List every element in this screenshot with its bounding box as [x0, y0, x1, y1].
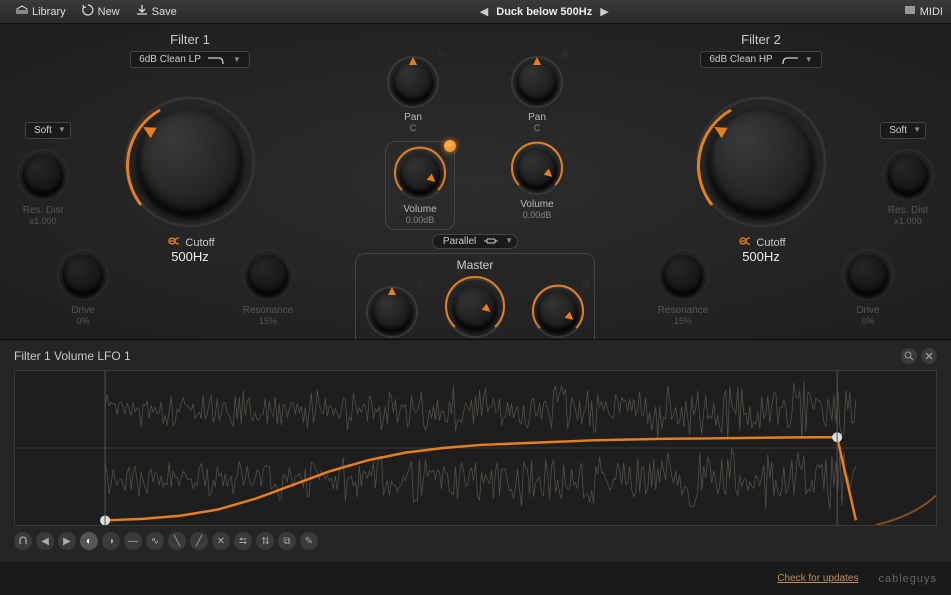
- filter1-drive-knob[interactable]: [55, 247, 111, 303]
- filter2-volume-label: Volume: [509, 199, 565, 210]
- filter2-cutoff-label: Cutoff: [756, 237, 785, 249]
- lfo-display[interactable]: [14, 370, 937, 526]
- highpass-icon: [779, 55, 799, 65]
- filter2-resdist-value: x1.000: [880, 216, 936, 226]
- lfo-tool-pen[interactable]: ✎: [300, 532, 318, 550]
- lowpass-icon: [207, 55, 227, 65]
- filter2-resonance-knob[interactable]: [655, 247, 711, 303]
- save-icon: [136, 4, 148, 19]
- lfo-tool-ramp[interactable]: ╱: [190, 532, 208, 550]
- filter1-type-label: 6dB Clean LP: [139, 54, 201, 65]
- lfo-tool-point-soft[interactable]: ◑: [102, 532, 120, 550]
- lfo-tool-line[interactable]: —: [124, 532, 142, 550]
- lfo-tool-random[interactable]: ✕: [212, 532, 230, 550]
- master-pan-knob[interactable]: [364, 284, 420, 340]
- filter2-pan-label: Pan: [509, 112, 565, 123]
- master-volume-knob[interactable]: [530, 284, 586, 340]
- lfo-tool-copy[interactable]: ⧉: [278, 532, 296, 550]
- filter1-cutoff-label: Cutoff: [185, 237, 214, 249]
- lfo-tool-flip-v[interactable]: ⮁: [256, 532, 274, 550]
- save-label: Save: [152, 6, 177, 18]
- filter2-drive-label: Drive: [840, 305, 896, 316]
- filter2-resonance-label: Resonance: [655, 305, 711, 316]
- filter1-resonance-value: 15%: [240, 316, 296, 326]
- filter2-soft-label: Soft: [889, 125, 907, 136]
- midi-label: MIDI: [920, 6, 943, 18]
- filter1-resonance-label: Resonance: [240, 305, 296, 316]
- filter1-pan-value: C: [385, 123, 441, 133]
- filter2-resdist-label: Res. Dist: [880, 205, 936, 216]
- filter1-volume-label: Volume: [392, 204, 448, 215]
- new-button[interactable]: New: [74, 2, 128, 21]
- parallel-icon: [483, 237, 499, 245]
- midi-button[interactable]: MIDI: [904, 5, 943, 18]
- master-title: Master: [364, 258, 586, 272]
- filter1-soft-select[interactable]: Soft: [25, 122, 71, 139]
- mod-slot-icon[interactable]: [561, 50, 569, 58]
- mod-slot-icon[interactable]: [437, 50, 445, 58]
- lfo-tool-saw[interactable]: ╲: [168, 532, 186, 550]
- filter2-type-label: 6dB Clean HP: [709, 54, 772, 65]
- filter1-resdist-knob[interactable]: [15, 147, 71, 203]
- filter1-volume-value: 0.00dB: [392, 215, 448, 225]
- filter2-pan-knob[interactable]: [509, 54, 565, 110]
- filter2-resonance-value: 15%: [655, 316, 711, 326]
- filter2-volume-knob[interactable]: [509, 141, 565, 197]
- filter2-soft-select[interactable]: Soft: [880, 122, 926, 139]
- preset-name[interactable]: Duck below 500Hz: [496, 6, 592, 18]
- new-label: New: [98, 6, 120, 18]
- filter1-soft-label: Soft: [34, 125, 52, 136]
- lfo-tool-next[interactable]: ▶: [58, 532, 76, 550]
- save-button[interactable]: Save: [128, 2, 185, 21]
- filter2-resdist-knob[interactable]: [880, 147, 936, 203]
- filter1-resdist-label: Res. Dist: [15, 205, 71, 216]
- brand-logo: cableguys: [878, 573, 937, 585]
- check-updates-link[interactable]: Check for updates: [777, 573, 858, 584]
- filter2-type-select[interactable]: 6dB Clean HP ▼: [700, 51, 821, 68]
- master-mix-knob[interactable]: [443, 276, 507, 340]
- library-button[interactable]: Library: [8, 3, 74, 20]
- lfo-tool-prev[interactable]: ◀: [36, 532, 54, 550]
- filter1-drive-label: Drive: [55, 305, 111, 316]
- routing-select[interactable]: Parallel: [432, 234, 518, 249]
- filter1-pan-knob[interactable]: [385, 54, 441, 110]
- filter1-title: Filter 1: [15, 32, 365, 47]
- library-icon: [16, 5, 28, 18]
- lfo-tool-point-hard[interactable]: ◐: [80, 532, 98, 550]
- filter1-type-select[interactable]: 6dB Clean LP ▼: [130, 51, 250, 68]
- lfo-tool-sine[interactable]: ∿: [146, 532, 164, 550]
- filter1-link-icon[interactable]: [165, 236, 179, 249]
- filter1-drive-value: 0%: [55, 316, 111, 326]
- lfo-zoom-button[interactable]: [901, 348, 917, 364]
- lfo-close-button[interactable]: [921, 348, 937, 364]
- filter2-cutoff-knob[interactable]: [691, 92, 831, 232]
- mod-slot-icon[interactable]: [561, 137, 569, 145]
- filter1-resdist-value: x1.000: [15, 216, 71, 226]
- filter2-title: Filter 2: [586, 32, 936, 47]
- filter2-volume-value: 0.00dB: [509, 210, 565, 220]
- lfo-tool-flip-h[interactable]: ⮀: [234, 532, 252, 550]
- filter1-pan-label: Pan: [385, 112, 441, 123]
- midi-icon: [904, 5, 916, 18]
- library-label: Library: [32, 6, 66, 18]
- lfo-title: Filter 1 Volume LFO 1: [14, 349, 131, 363]
- filter2-pan-value: C: [509, 123, 565, 133]
- filter2-drive-knob[interactable]: [840, 247, 896, 303]
- filter1-resonance-knob[interactable]: [240, 247, 296, 303]
- filter1-cutoff-knob[interactable]: [120, 92, 260, 232]
- mod-slot-icon[interactable]: [582, 280, 590, 288]
- mod-slot-icon[interactable]: [416, 280, 424, 288]
- preset-next-button[interactable]: ▶: [600, 5, 608, 18]
- filter1-volume-knob[interactable]: [392, 146, 448, 202]
- preset-prev-button[interactable]: ◀: [480, 5, 488, 18]
- new-icon: [82, 4, 94, 19]
- filter2-link-icon[interactable]: [736, 236, 750, 249]
- routing-label: Parallel: [443, 236, 476, 247]
- filter2-drive-value: 0%: [840, 316, 896, 326]
- lfo-tool-snap[interactable]: [14, 532, 32, 550]
